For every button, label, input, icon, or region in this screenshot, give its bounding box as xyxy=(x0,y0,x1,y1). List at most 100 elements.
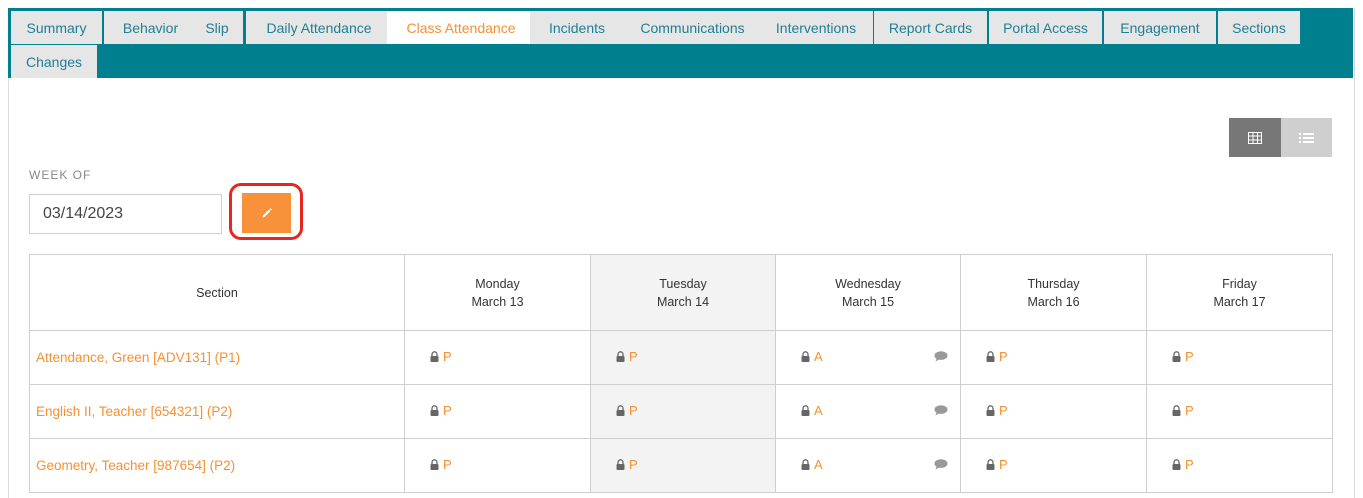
tab-bar: Summary Behavior Slip Daily Attendance C… xyxy=(8,8,1353,78)
comment-icon xyxy=(934,405,948,416)
section-cell: Attendance, Green [ADV131] (P1) xyxy=(29,330,405,385)
tab-slip[interactable]: Slip xyxy=(191,11,243,44)
section-cell: Geometry, Teacher [987654] (P2) xyxy=(29,438,405,493)
table-row: English II, Teacher [654321] (P2) P P A P P xyxy=(29,384,1333,439)
attendance-code: P xyxy=(443,349,452,364)
lock-icon xyxy=(616,405,625,416)
tab-summary[interactable]: Summary xyxy=(11,11,102,44)
day-header: Thursday March 16 xyxy=(960,254,1147,331)
section-link[interactable]: Geometry, Teacher [987654] (P2) xyxy=(30,458,235,473)
tab-portal-access[interactable]: Portal Access xyxy=(989,11,1102,44)
attendance-code: A xyxy=(814,457,823,472)
attendance-mark[interactable]: P xyxy=(616,349,638,364)
attendance-code: P xyxy=(629,349,638,364)
tab-interventions[interactable]: Interventions xyxy=(759,11,873,44)
tab-daily-attendance[interactable]: Daily Attendance xyxy=(246,11,392,44)
tab-sections[interactable]: Sections xyxy=(1218,11,1300,44)
attendance-code: P xyxy=(999,349,1008,364)
attendance-code: P xyxy=(1185,349,1194,364)
day-header: Monday March 13 xyxy=(404,254,591,331)
lock-icon xyxy=(986,459,995,470)
attendance-cell: P xyxy=(960,438,1147,493)
attendance-code: A xyxy=(814,403,823,418)
attendance-code: A xyxy=(814,349,823,364)
attendance-cell: P xyxy=(404,330,591,385)
attendance-mark[interactable]: A xyxy=(801,457,823,472)
attendance-code: P xyxy=(443,457,452,472)
day-header: Friday March 17 xyxy=(1146,254,1333,331)
attendance-mark[interactable]: P xyxy=(1172,403,1194,418)
attendance-mark[interactable]: A xyxy=(801,349,823,364)
grid-view-button[interactable] xyxy=(1229,118,1281,157)
table-row: Attendance, Green [ADV131] (P1) P P A P P xyxy=(29,330,1333,385)
attendance-cell: A xyxy=(775,384,961,439)
lock-icon xyxy=(1172,405,1181,416)
list-view-button[interactable] xyxy=(1280,118,1332,157)
tab-class-attendance[interactable]: Class Attendance xyxy=(387,11,535,44)
attendance-mark[interactable]: P xyxy=(986,403,1008,418)
tab-incidents[interactable]: Incidents xyxy=(530,11,624,44)
attendance-mark[interactable]: P xyxy=(1172,349,1194,364)
lock-icon xyxy=(1172,351,1181,362)
attendance-cell: P xyxy=(590,438,776,493)
comment-button[interactable] xyxy=(934,351,948,365)
attendance-mark[interactable]: P xyxy=(1172,457,1194,472)
attendance-code: P xyxy=(629,403,638,418)
section-cell: English II, Teacher [654321] (P2) xyxy=(29,384,405,439)
attendance-code: P xyxy=(1185,457,1194,472)
attendance-mark[interactable]: P xyxy=(430,457,452,472)
section-link[interactable]: English II, Teacher [654321] (P2) xyxy=(30,404,232,419)
attendance-cell: A xyxy=(775,438,961,493)
attendance-code: P xyxy=(629,457,638,472)
attendance-cell: P xyxy=(1146,384,1333,439)
attendance-cell: P xyxy=(404,384,591,439)
lock-icon xyxy=(986,405,995,416)
day-header: Wednesday March 15 xyxy=(775,254,961,331)
section-link[interactable]: Attendance, Green [ADV131] (P1) xyxy=(30,350,240,365)
edit-week-button[interactable] xyxy=(242,193,291,233)
grid-icon xyxy=(1247,131,1262,144)
attendance-code: P xyxy=(443,403,452,418)
attendance-cell: P xyxy=(1146,438,1333,493)
attendance-mark[interactable]: A xyxy=(801,403,823,418)
attendance-mark[interactable]: P xyxy=(616,403,638,418)
comment-button[interactable] xyxy=(934,459,948,473)
tab-behavior[interactable]: Behavior xyxy=(104,11,197,44)
week-date-input[interactable] xyxy=(29,194,222,234)
lock-icon xyxy=(616,459,625,470)
attendance-mark[interactable]: P xyxy=(616,457,638,472)
comment-button[interactable] xyxy=(934,405,948,419)
tab-communications[interactable]: Communications xyxy=(619,11,766,44)
attendance-cell: P xyxy=(1146,330,1333,385)
attendance-cell: P xyxy=(590,384,776,439)
lock-icon xyxy=(1172,459,1181,470)
attendance-code: P xyxy=(999,403,1008,418)
attendance-mark[interactable]: P xyxy=(430,403,452,418)
table-header-row: Section Monday March 13 Tuesday March 14 W… xyxy=(29,254,1333,331)
attendance-cell: P xyxy=(590,330,776,385)
attendance-table: Section Monday March 13 Tuesday March 14 W… xyxy=(29,254,1333,493)
attendance-cell: P xyxy=(404,438,591,493)
tab-report-cards[interactable]: Report Cards xyxy=(874,11,987,44)
attendance-mark[interactable]: P xyxy=(430,349,452,364)
list-icon xyxy=(1298,132,1314,143)
comment-icon xyxy=(934,351,948,362)
comment-icon xyxy=(934,459,948,470)
day-header: Tuesday March 14 xyxy=(590,254,776,331)
attendance-cell: P xyxy=(960,330,1147,385)
lock-icon xyxy=(986,351,995,362)
lock-icon xyxy=(801,351,810,362)
attendance-mark[interactable]: P xyxy=(986,457,1008,472)
attendance-code: P xyxy=(1185,403,1194,418)
table-row: Geometry, Teacher [987654] (P2) P P A P P xyxy=(29,438,1333,493)
tab-engagement[interactable]: Engagement xyxy=(1104,11,1216,44)
attendance-cell: A xyxy=(775,330,961,385)
lock-icon xyxy=(801,459,810,470)
lock-icon xyxy=(801,405,810,416)
attendance-mark[interactable]: P xyxy=(986,349,1008,364)
attendance-cell: P xyxy=(960,384,1147,439)
lock-icon xyxy=(616,351,625,362)
pencil-icon xyxy=(262,208,272,218)
tab-changes[interactable]: Changes xyxy=(11,45,97,78)
lock-icon xyxy=(430,459,439,470)
